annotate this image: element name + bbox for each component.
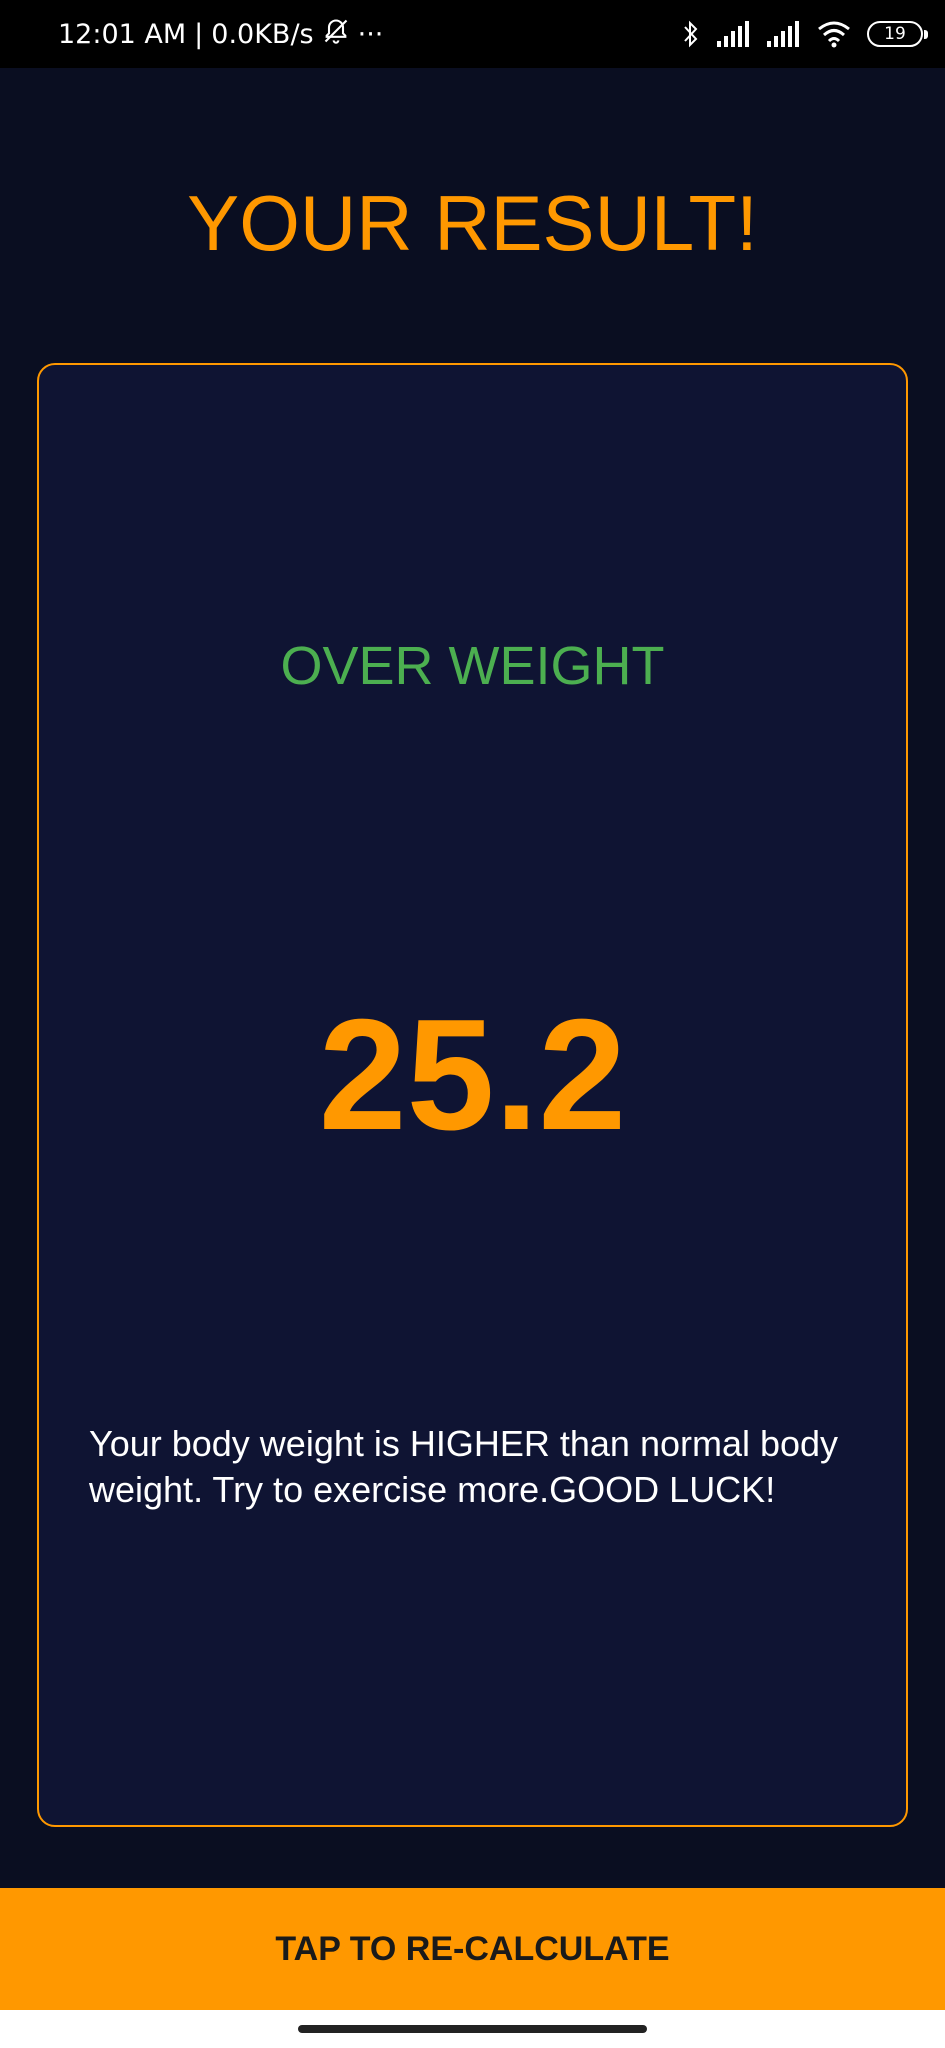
battery-icon: 19 — [867, 21, 928, 47]
bmi-value: 25.2 — [318, 987, 627, 1163]
recalculate-button[interactable]: TAP TO RE-CALCULATE — [0, 1888, 945, 2010]
status-bar: 12:01 AM | 0.0KB/s ··· 19 — [0, 0, 945, 68]
network-speed: 0.0KB/s — [211, 18, 314, 50]
more-indicator: ··· — [357, 18, 384, 50]
result-category: OVER WEIGHT — [280, 636, 665, 696]
status-separator: | — [194, 18, 204, 50]
result-card: OVER WEIGHT 25.2 Your body weight is HIG… — [37, 363, 908, 1827]
signal-icon — [717, 21, 751, 47]
battery-level: 19 — [884, 24, 906, 44]
bluetooth-icon — [681, 19, 701, 49]
signal-icon — [767, 21, 801, 47]
result-interpretation: Your body weight is HIGHER than normal b… — [89, 1423, 839, 1510]
bell-off-icon — [322, 17, 350, 52]
wifi-icon — [817, 20, 851, 48]
home-indicator[interactable] — [298, 2025, 647, 2033]
page-title: YOUR RESULT! — [187, 179, 758, 267]
status-time: 12:01 AM — [58, 18, 187, 50]
status-left: 12:01 AM | 0.0KB/s ··· — [58, 17, 383, 52]
status-right: 19 — [681, 19, 928, 49]
navigation-bar — [0, 2010, 945, 2048]
